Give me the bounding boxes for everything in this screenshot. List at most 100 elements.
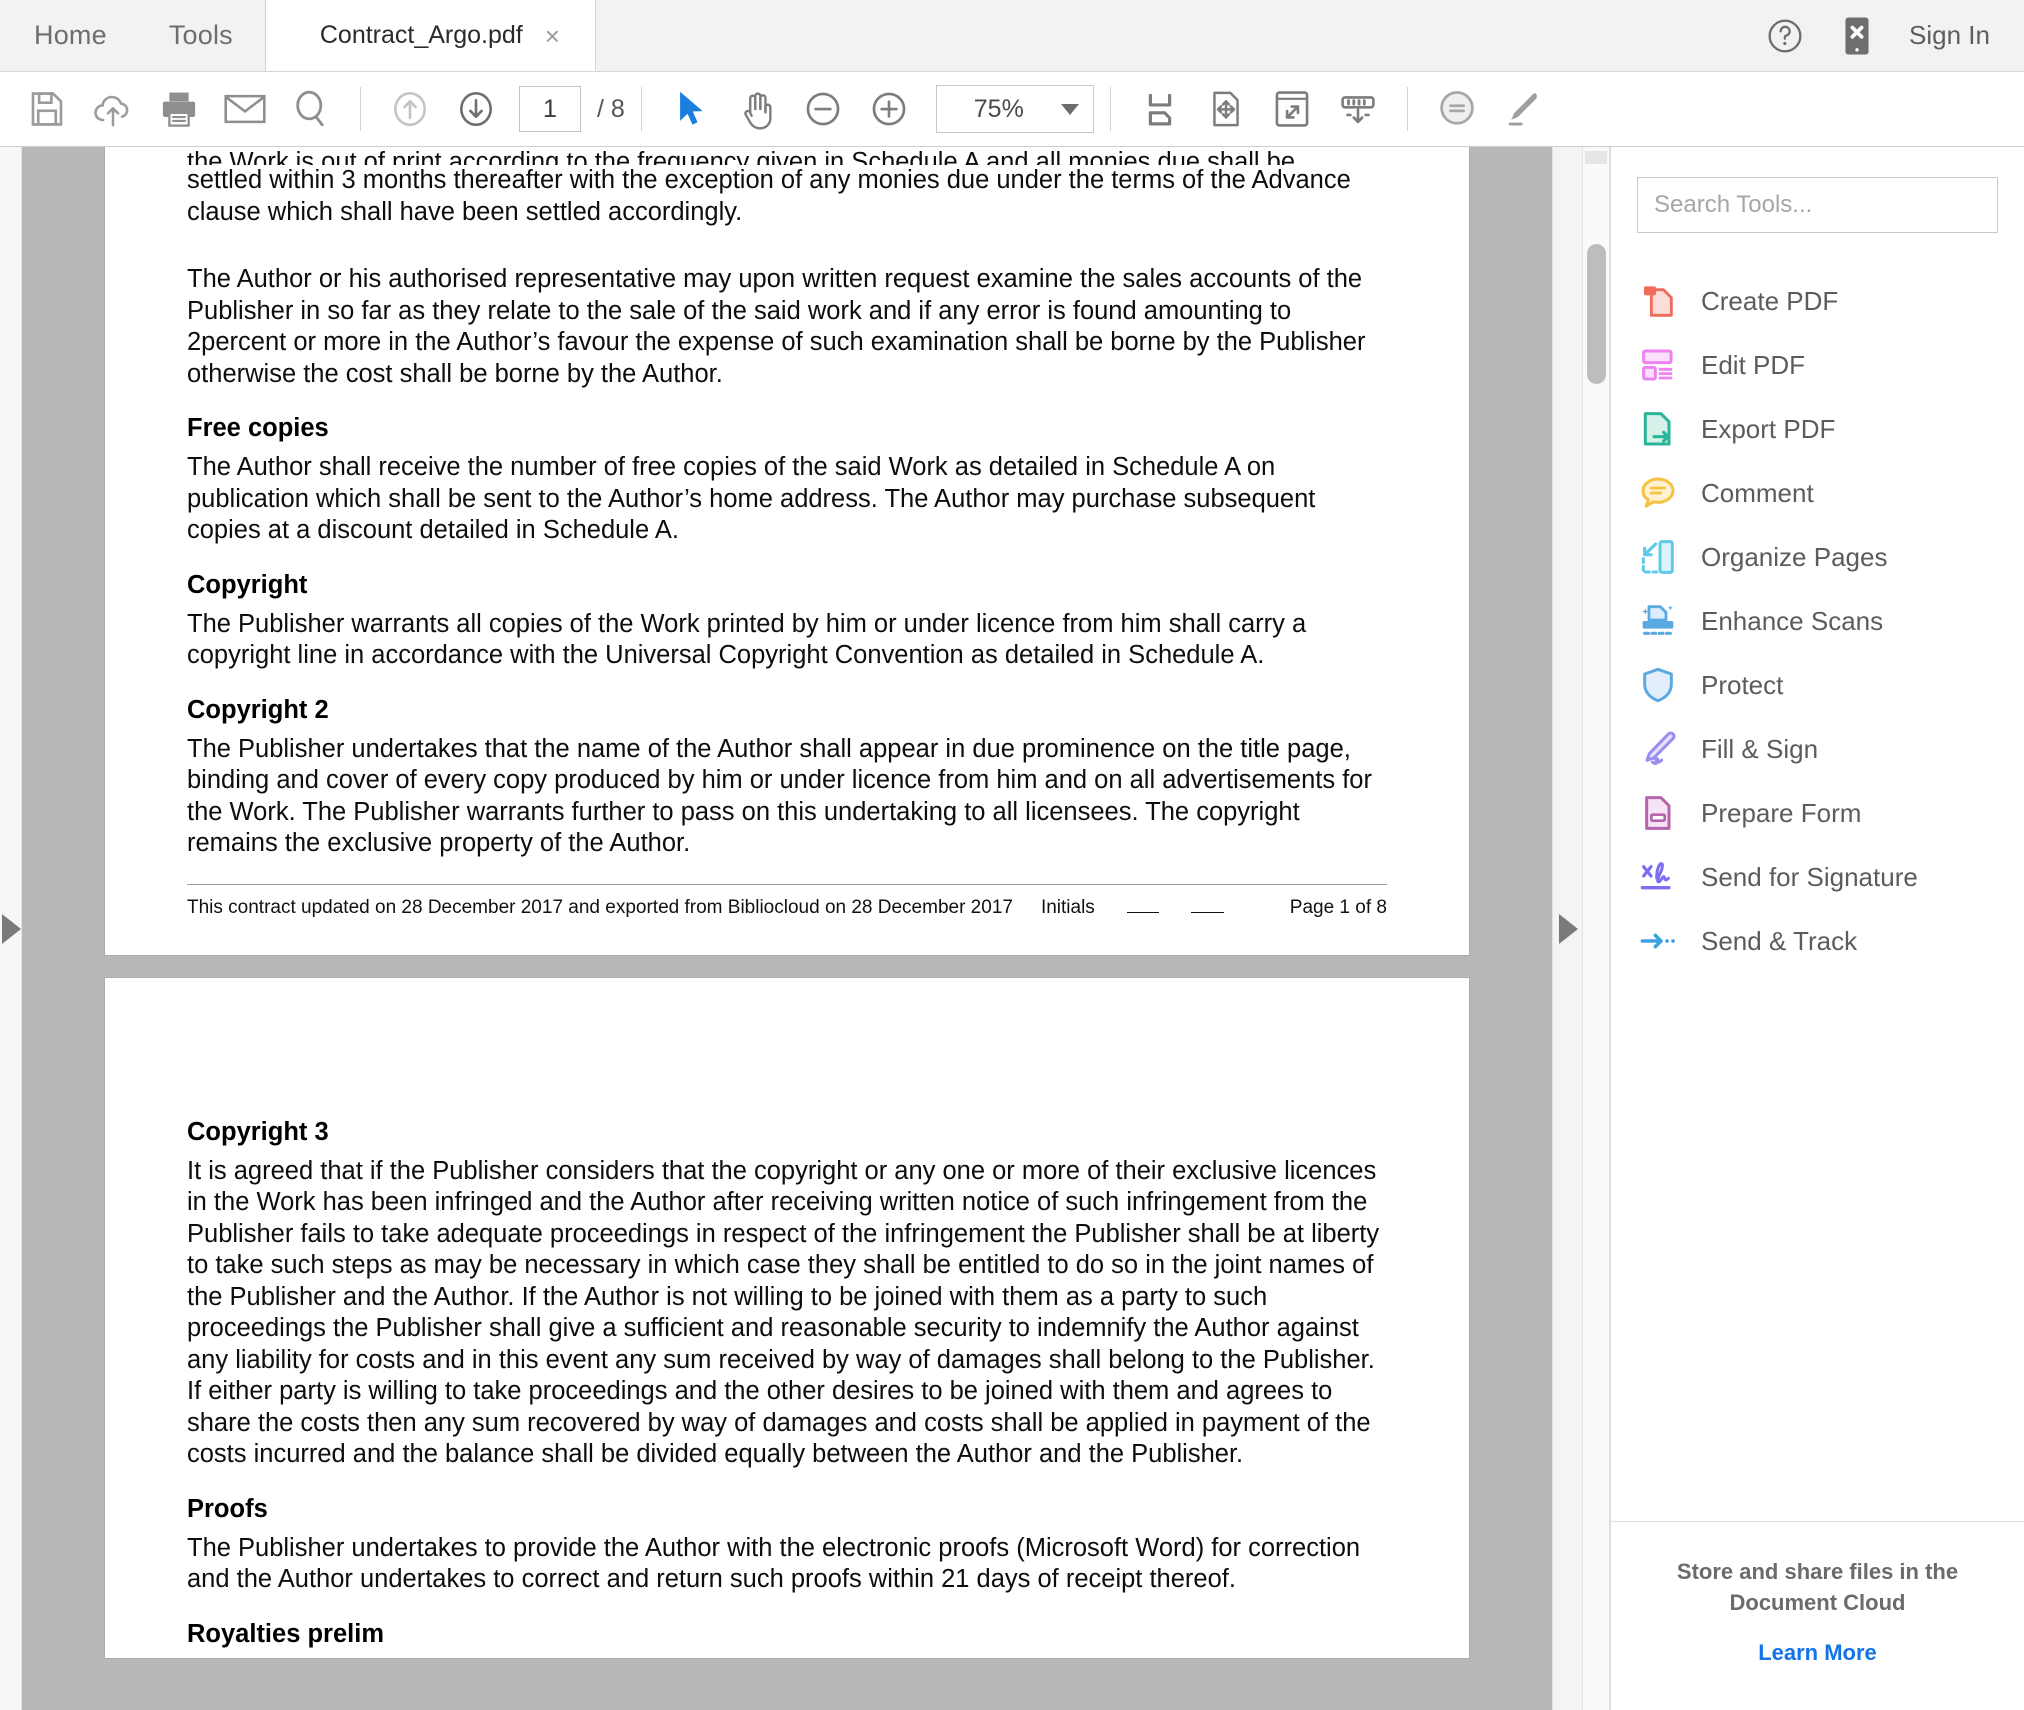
tool-label: Organize Pages — [1701, 541, 1888, 572]
tool-enhance-scans[interactable]: Enhance Scans — [1611, 589, 2024, 653]
toolbar-divider-2 — [640, 87, 642, 131]
footer-contract-text: This contract updated on 28 December 201… — [187, 896, 1013, 918]
page1-para-accounting: settled within 3 months thereafter with … — [187, 166, 1351, 226]
tool-create-pdf[interactable]: Create PDF — [1611, 269, 2024, 333]
comment-icon — [1637, 472, 1679, 514]
footer-page-label: Page 1 of 8 — [1289, 896, 1387, 918]
protect-shield-icon — [1637, 664, 1679, 706]
mobile-device-icon[interactable] — [1839, 16, 1875, 56]
zoom-out-icon[interactable] — [790, 78, 856, 140]
sign-in-button[interactable]: Sign In — [1909, 20, 1990, 51]
tool-label: Prepare Form — [1701, 797, 1862, 828]
prepare-form-icon — [1637, 792, 1679, 834]
scrollbar-top-cap — [1585, 151, 1607, 164]
tool-protect[interactable]: Protect — [1611, 653, 2024, 717]
pdf-page-1: the Work is out of print according to th… — [105, 147, 1469, 955]
edit-pdf-icon — [1637, 344, 1679, 386]
tool-send-and-track[interactable]: Send & Track — [1611, 909, 2024, 973]
create-pdf-icon — [1637, 280, 1679, 322]
search-icon[interactable] — [278, 78, 344, 140]
search-tools-input[interactable] — [1637, 177, 1998, 233]
rotate-pan-page-icon[interactable] — [1193, 78, 1259, 140]
toolbar-divider-1 — [360, 87, 361, 131]
body-copyright: The Publisher warrants all copies of the… — [187, 609, 1307, 670]
comment-bubble-icon[interactable] — [1424, 78, 1490, 140]
body-proofs: The Publisher undertakes to provide the … — [187, 1533, 1361, 1594]
tool-organize-pages[interactable]: Organize Pages — [1611, 525, 2024, 589]
tool-label: Edit PDF — [1701, 349, 1806, 380]
section-copyright-2: Copyright 2 The Publisher undertakes tha… — [187, 696, 1387, 860]
acrobat-window: Home Tools Contract_Argo.pdf × Sign In 1… — [0, 0, 2024, 1710]
page-up-arrow-icon[interactable] — [377, 78, 443, 140]
footer-initials-blank-1 — [1126, 911, 1160, 913]
fullscreen-icon[interactable] — [1259, 78, 1325, 140]
save-icon[interactable] — [14, 78, 80, 140]
tool-edit-pdf[interactable]: Edit PDF — [1611, 333, 2024, 397]
tool-comment[interactable]: Comment — [1611, 461, 2024, 525]
menu-tools[interactable]: Tools — [165, 20, 237, 51]
scrollbar-thumb[interactable] — [1587, 244, 1606, 384]
zoom-level-select[interactable]: 75% — [935, 85, 1094, 133]
zoom-in-icon[interactable] — [856, 78, 922, 140]
cursor-select-icon[interactable] — [658, 78, 724, 140]
vertical-scrollbar[interactable] — [1582, 147, 1610, 1710]
toolbar-divider-3 — [1109, 87, 1111, 131]
highlighter-pen-icon[interactable] — [1490, 78, 1556, 140]
pdf-page-2: Copyright 3 It is agreed that if the Pub… — [105, 977, 1469, 1658]
fit-page-icon[interactable] — [1127, 78, 1193, 140]
enhance-scans-icon — [1637, 600, 1679, 642]
tab-bar-right-actions: Sign In — [1765, 0, 2024, 71]
body-copyright-3: It is agreed that if the Publisher consi… — [187, 1156, 1380, 1469]
footer-initials-blank-2 — [1191, 911, 1224, 913]
page1-para-audit: The Author or his authorised representat… — [187, 265, 1366, 388]
document-viewport[interactable]: the Work is out of print according to th… — [22, 147, 1552, 1710]
export-pdf-icon — [1637, 408, 1679, 450]
expand-left-panel-arrow[interactable] — [2, 913, 21, 944]
tool-label: Send for Signature — [1701, 861, 1918, 892]
section-copyright-3: Copyright 3 It is agreed that if the Pub… — [187, 1118, 1387, 1471]
tool-label: Fill & Sign — [1701, 733, 1819, 764]
viewer-body: the Work is out of print according to th… — [0, 147, 2024, 1710]
learn-more-link[interactable]: Learn More — [1641, 1640, 1994, 1666]
tool-label: Export PDF — [1701, 413, 1836, 444]
expand-right-panel-arrow[interactable] — [1559, 913, 1578, 944]
cloud-upload-icon[interactable] — [80, 78, 146, 140]
close-icon[interactable]: × — [545, 23, 560, 49]
chevron-down-icon — [1060, 103, 1079, 115]
document-tab-title: Contract_Argo.pdf — [319, 21, 523, 49]
tools-list: Create PDF Edit PDF Export PDF Comment O… — [1611, 269, 2024, 973]
tool-label: Send & Track — [1701, 925, 1858, 956]
body-copyright-2: The Publisher undertakes that the name o… — [187, 734, 1372, 858]
page1-footer: This contract updated on 28 December 201… — [187, 897, 1387, 919]
promo-line-2: Document Cloud — [1729, 1590, 1906, 1615]
section-proofs: Proofs The Publisher undertakes to provi… — [187, 1495, 1387, 1596]
right-panel-rail — [1552, 147, 1582, 1710]
tool-export-pdf[interactable]: Export PDF — [1611, 397, 2024, 461]
tool-label: Comment — [1701, 477, 1814, 508]
page-down-arrow-icon[interactable] — [443, 78, 509, 140]
footer-initials-label: Initials — [1040, 896, 1095, 918]
document-tab[interactable]: Contract_Argo.pdf × — [265, 0, 596, 71]
heading-copyright-3: Copyright 3 — [187, 1117, 329, 1146]
fill-and-sign-icon — [1637, 728, 1679, 770]
section-copyright: Copyright The Publisher warrants all cop… — [187, 571, 1387, 672]
page1-clipped-line: the Work is out of print according to th… — [187, 148, 1296, 165]
tools-panel: Create PDF Edit PDF — [1610, 147, 2024, 1710]
help-circle-icon[interactable] — [1765, 16, 1805, 56]
tool-fill-and-sign[interactable]: Fill & Sign — [1611, 717, 2024, 781]
page-number-input[interactable] — [519, 86, 581, 132]
document-cloud-promo: Store and share files in the Document Cl… — [1611, 1521, 2024, 1710]
tool-label: Enhance Scans — [1701, 605, 1884, 636]
page-total-label: / 8 — [597, 94, 625, 123]
tool-prepare-form[interactable]: Prepare Form — [1611, 781, 2024, 845]
send-for-signature-icon — [1637, 856, 1679, 898]
tool-send-for-signature[interactable]: Send for Signature — [1611, 845, 2024, 909]
print-icon[interactable] — [146, 78, 212, 140]
scroll-mode-icon[interactable] — [1325, 78, 1391, 140]
email-icon[interactable] — [212, 78, 278, 140]
menu-home[interactable]: Home — [30, 20, 111, 51]
tool-label: Create PDF — [1701, 285, 1839, 316]
send-and-track-icon — [1637, 920, 1679, 962]
body-free-copies: The Author shall receive the number of f… — [187, 453, 1316, 544]
hand-pan-icon[interactable] — [724, 78, 790, 140]
